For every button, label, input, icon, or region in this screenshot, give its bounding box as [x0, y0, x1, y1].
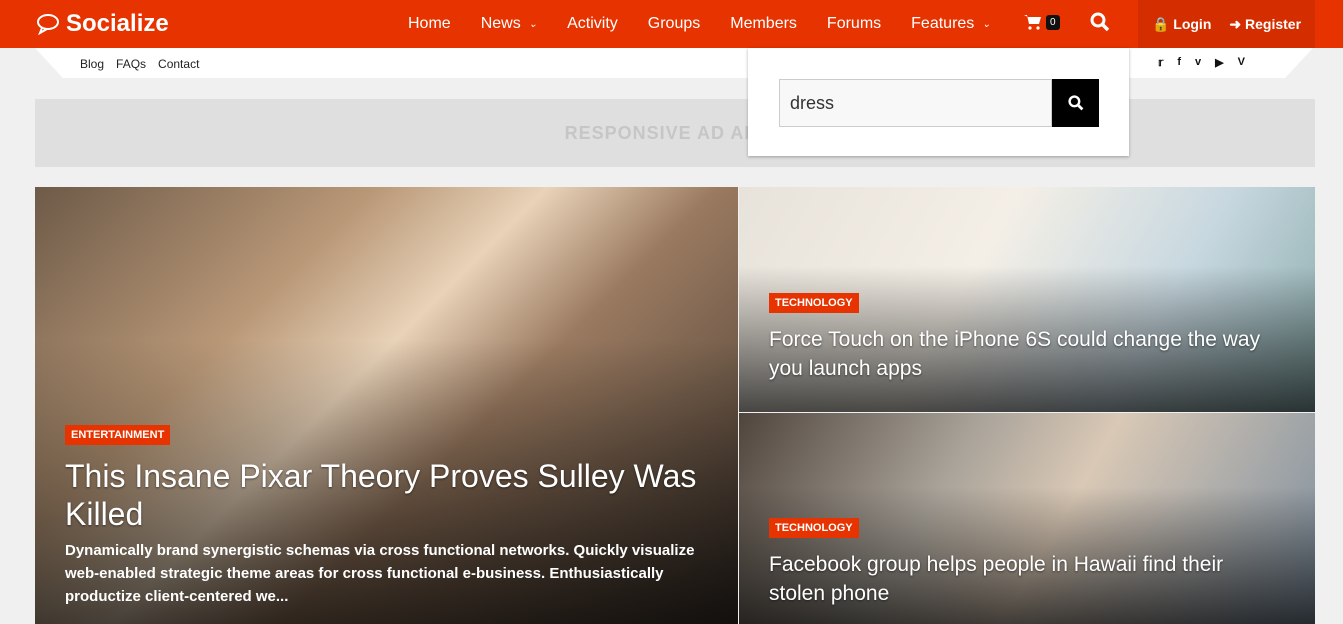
- search-icon: [1090, 12, 1110, 32]
- nav-activity[interactable]: Activity: [567, 15, 618, 33]
- category-badge[interactable]: TECHNOLOGY: [769, 518, 859, 538]
- nav-label: Forums: [826, 15, 882, 32]
- login-label: Login: [1173, 15, 1212, 32]
- chevron-down-icon: ⌄: [982, 18, 991, 30]
- nav-label: Activity: [567, 15, 618, 32]
- search-input[interactable]: [779, 79, 1052, 127]
- nav-home[interactable]: Home: [408, 15, 451, 33]
- nav-label: Home: [408, 15, 451, 32]
- category-badge[interactable]: ENTERTAINMENT: [65, 425, 171, 445]
- vine-icon[interactable]: V: [1238, 56, 1245, 69]
- nav-label: Members: [730, 15, 797, 32]
- nav-features[interactable]: Features ⌄: [911, 15, 991, 33]
- featured-post[interactable]: TECHNOLOGY Force Touch on the iPhone 6S …: [739, 187, 1315, 412]
- auth-area: 🔒 Login ➜ Register: [1138, 0, 1315, 48]
- login-link[interactable]: 🔒 Login: [1152, 16, 1211, 33]
- post-title[interactable]: Facebook group helps people in Hawaii fi…: [769, 550, 1269, 608]
- search-submit-button[interactable]: [1052, 79, 1099, 127]
- search-icon: [1067, 95, 1083, 111]
- secondary-nav: Blog FAQs Contact: [80, 57, 199, 71]
- featured-post-main[interactable]: ENTERTAINMENT This Insane Pixar Theory P…: [35, 187, 738, 624]
- search-dropdown: [748, 48, 1129, 156]
- site-logo[interactable]: Socialize: [36, 10, 169, 38]
- top-navbar: Socialize Home News ⌄ Activity Groups Mem…: [0, 0, 1343, 48]
- post-title[interactable]: This Insane Pixar Theory Proves Sulley W…: [65, 457, 715, 533]
- nav-label: News: [480, 15, 521, 32]
- post-excerpt: Dynamically brand synergistic schemas vi…: [65, 542, 695, 605]
- cart-icon: [1024, 15, 1041, 30]
- lock-icon: 🔒: [1151, 15, 1170, 32]
- featured-post[interactable]: TECHNOLOGY Facebook group helps people i…: [739, 413, 1315, 624]
- category-badge[interactable]: TECHNOLOGY: [769, 293, 859, 313]
- facebook-icon[interactable]: f: [1177, 56, 1181, 69]
- nav-forums[interactable]: Forums: [827, 15, 881, 33]
- cart-count: 0: [1046, 14, 1060, 30]
- register-label: Register: [1245, 15, 1302, 32]
- vimeo-icon[interactable]: v: [1195, 56, 1201, 69]
- twitter-icon[interactable]: 𝕣: [1158, 56, 1163, 69]
- post-title[interactable]: Force Touch on the iPhone 6S could chang…: [769, 325, 1299, 383]
- logo-text: Socialize: [66, 10, 169, 37]
- link-faqs[interactable]: FAQs: [116, 57, 146, 71]
- nav-label: Features: [911, 15, 975, 32]
- link-contact[interactable]: Contact: [158, 57, 199, 71]
- nav-news[interactable]: News ⌄: [481, 15, 537, 33]
- search-toggle[interactable]: [1090, 12, 1110, 37]
- nav-groups[interactable]: Groups: [648, 15, 700, 33]
- youtube-icon[interactable]: ▶: [1215, 56, 1223, 69]
- speech-bubble-icon: [37, 14, 59, 35]
- register-link[interactable]: ➜ Register: [1229, 16, 1301, 33]
- link-blog[interactable]: Blog: [80, 57, 104, 71]
- main-nav: Home News ⌄ Activity Groups Members Forum…: [393, 0, 1006, 48]
- nav-label: Groups: [647, 15, 701, 32]
- sign-in-icon: ➜: [1229, 15, 1242, 32]
- nav-members[interactable]: Members: [730, 15, 797, 33]
- chevron-down-icon: ⌄: [528, 18, 538, 30]
- social-links: 𝕣 f v ▶ V: [1158, 56, 1245, 69]
- cart-button[interactable]: 0: [1024, 14, 1060, 30]
